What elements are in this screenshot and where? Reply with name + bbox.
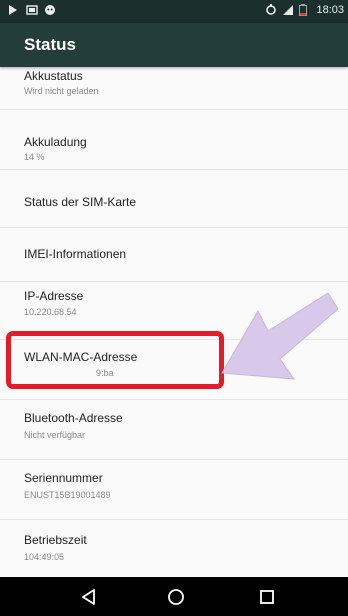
list-item-subtitle: Nicht verfügbar	[24, 430, 86, 440]
back-triangle-icon[interactable]	[79, 587, 99, 607]
page-title: Status	[24, 35, 76, 54]
list-item-subtitle: 14 %	[24, 152, 45, 162]
sim-icon	[26, 4, 38, 16]
list-item-title: Bluetooth-Adresse	[24, 411, 123, 425]
list-item-bluetooth[interactable]: Bluetooth-Adresse Nicht verfügbar	[0, 399, 348, 460]
status-time: 18:03	[316, 4, 344, 16]
android-icon	[44, 4, 56, 16]
app-bar: Status	[0, 23, 348, 67]
highlight-box	[6, 331, 224, 389]
battery-icon	[299, 4, 311, 16]
sync-icon	[265, 4, 277, 16]
pointer-arrow-icon	[221, 293, 338, 380]
list-item-title: Status der SIM-Karte	[24, 195, 137, 209]
list-item-subtitle: 104:49:05	[24, 552, 65, 562]
list-item-sim-status[interactable]: Status der SIM-Karte	[0, 169, 348, 228]
navigation-bar	[0, 577, 348, 616]
list-item-title: IP-Adresse	[24, 289, 84, 303]
list-item-subtitle: Wird nicht geladen	[24, 86, 99, 96]
list-item-serial-number[interactable]: Seriennummer ENUST15B19001489	[0, 459, 348, 520]
list-item-uptime[interactable]: Betriebszeit 104:49:05	[0, 519, 348, 577]
list-item-battery-status[interactable]: Akkustatus Wird nicht geladen	[0, 67, 348, 110]
recents-square-icon[interactable]	[257, 587, 277, 607]
list-item-subtitle: 10.220.68.54	[24, 307, 77, 317]
list-item-title: Akkuladung	[24, 135, 87, 149]
list-item-title: Seriennummer	[24, 471, 103, 485]
signal-icon	[282, 4, 294, 16]
list-item-title: Betriebszeit	[24, 533, 87, 547]
list-item-battery-level[interactable]: Akkuladung 14 %	[0, 109, 348, 170]
phone-screen: 18:03 Status Akkustatus Wird nicht gelad…	[0, 0, 348, 616]
play-icon	[8, 4, 20, 16]
list-item-title: Akkustatus	[24, 69, 83, 83]
list-item-title: IMEI-Informationen	[24, 247, 127, 261]
list-item-subtitle: ENUST15B19001489	[24, 490, 111, 500]
list-item-imei[interactable]: IMEI-Informationen	[0, 227, 348, 282]
home-circle-icon[interactable]	[166, 587, 186, 607]
status-bar: 18:03	[0, 0, 348, 23]
